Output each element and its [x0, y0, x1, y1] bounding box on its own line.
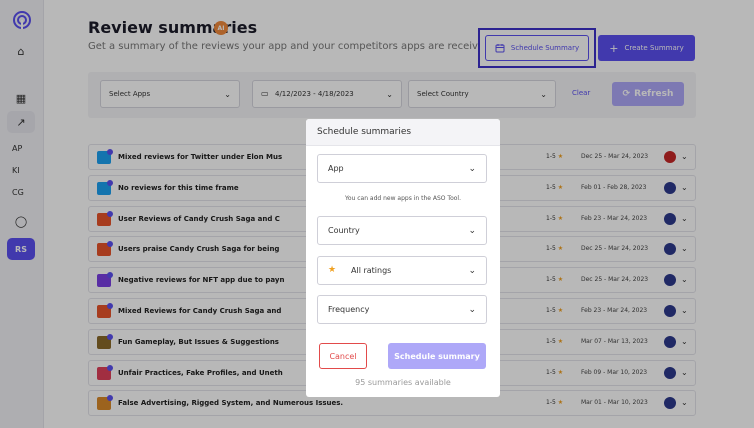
- cancel-button[interactable]: Cancel: [319, 343, 367, 369]
- chevron-down-icon: ⌄: [468, 226, 476, 236]
- schedule-summaries-modal: Schedule summaries App ⌄ You can add new…: [306, 119, 500, 397]
- summaries-available-text: 95 summaries available: [355, 378, 451, 387]
- app-select-label: App: [328, 164, 344, 173]
- modal-header: Schedule summaries: [306, 119, 500, 146]
- frequency-select-label: Frequency: [328, 305, 370, 314]
- ratings-select-label: All ratings: [351, 266, 392, 275]
- app-select[interactable]: App ⌄: [317, 154, 487, 183]
- chevron-down-icon: ⌄: [468, 266, 476, 276]
- chevron-down-icon: ⌄: [468, 305, 476, 315]
- ratings-select[interactable]: ★ All ratings ⌄: [317, 256, 487, 285]
- schedule-summary-submit-button[interactable]: Schedule summary: [388, 343, 486, 369]
- chevron-down-icon: ⌄: [468, 164, 476, 174]
- aso-tool-hint: You can add new apps in the ASO Tool.: [344, 195, 461, 202]
- modal-title: Schedule summaries: [317, 127, 412, 137]
- country-select-label: Country: [328, 226, 360, 235]
- country-select[interactable]: Country ⌄: [317, 216, 487, 245]
- star-icon: ★: [328, 265, 337, 275]
- frequency-select[interactable]: Frequency ⌄: [317, 295, 487, 324]
